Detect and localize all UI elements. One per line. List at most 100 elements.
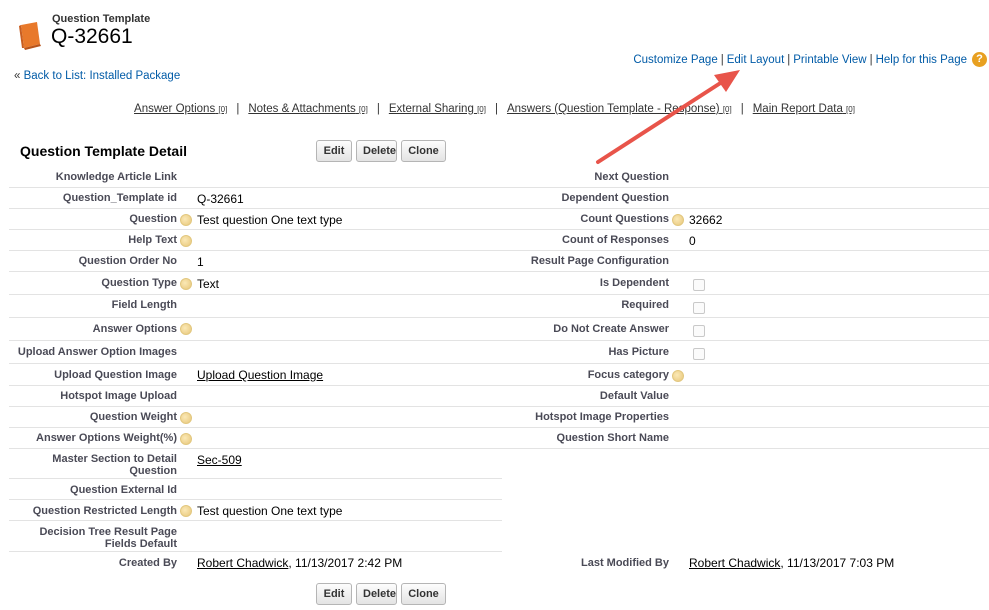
upload-question-image-link[interactable]: Upload Question Image	[197, 368, 323, 382]
detail-row: Question Test question One text type Cou…	[9, 209, 989, 230]
field-label: Next Question	[594, 171, 669, 183]
help-icon[interactable]: ?	[972, 52, 987, 67]
field-label: Question Restricted Length	[32, 505, 177, 517]
detail-row: Created By Robert Chadwick, 11/13/2017 2…	[9, 552, 989, 576]
object-type-label: Question Template	[52, 13, 151, 25]
record-name: Q-32661	[51, 25, 133, 48]
field-label: Hotspot Image Upload	[60, 390, 177, 402]
related-link-answers[interactable]: Answers (Question Template - Response) […	[507, 103, 732, 115]
detail-row: Question Restricted Length Test question…	[9, 500, 502, 521]
section-title: Question Template Detail	[20, 143, 187, 159]
field-label: Hotspot Image Properties	[535, 411, 669, 423]
related-link-answer-options[interactable]: Answer Options [0]	[134, 103, 227, 115]
field-label: Upload Answer Option Images	[17, 346, 177, 358]
field-label: Question External Id	[70, 484, 177, 496]
field-label: Question Order No	[78, 255, 177, 267]
top-button-bar: Edit Delete Clone	[316, 140, 446, 162]
is-dependent-checkbox	[693, 279, 705, 291]
field-label: Default Value	[599, 390, 669, 402]
field-value: Test question One text type	[197, 504, 343, 518]
detail-row: Question Order No 1 Result Page Configur…	[9, 251, 989, 272]
back-to-list: « Back to List: Installed Package	[14, 70, 180, 82]
created-by-user-link[interactable]: Robert Chadwick	[197, 556, 288, 570]
field-label: Question_Template id	[62, 192, 177, 204]
field-label: Knowledge Article Link	[55, 171, 177, 183]
field-label: Is Dependent	[599, 277, 669, 289]
do-not-create-answer-checkbox	[693, 325, 705, 337]
question-template-icon	[19, 22, 41, 50]
field-label: Decision Tree Result Page Fields Default	[39, 526, 177, 550]
field-label: Question Type	[101, 277, 177, 289]
customize-page-link[interactable]: Customize Page	[633, 54, 717, 66]
help-bubble-icon[interactable]	[180, 412, 192, 424]
detail-row: Question Weight Hotspot Image Properties	[9, 407, 989, 428]
help-bubble-icon[interactable]	[180, 433, 192, 445]
back-to-list-link[interactable]: Back to List: Installed Package	[24, 70, 181, 82]
field-value: Text	[197, 277, 220, 291]
detail-row: Upload Answer Option Images Has Picture	[9, 341, 989, 364]
printable-view-link[interactable]: Printable View	[793, 54, 866, 66]
field-label: Upload Question Image	[54, 369, 177, 381]
detail-row: Help Text Count of Responses 0	[9, 230, 989, 251]
separator: |	[376, 103, 380, 115]
detail-row: Upload Question Image Upload Question Im…	[9, 364, 989, 386]
help-bubble-icon[interactable]	[180, 214, 192, 226]
modified-by-user-link[interactable]: Robert Chadwick	[689, 556, 780, 570]
field-label: Focus category	[587, 369, 669, 381]
related-link-notes-attachments[interactable]: Notes & Attachments [0]	[248, 103, 368, 115]
help-bubble-icon[interactable]	[180, 323, 192, 335]
bottom-button-bar: Edit Delete Clone	[316, 583, 446, 605]
help-bubble-icon[interactable]	[672, 370, 684, 382]
help-bubble-icon[interactable]	[672, 214, 684, 226]
edit-button[interactable]: Edit	[316, 140, 352, 162]
detail-row: Question External Id	[9, 479, 502, 500]
field-value: 0	[689, 234, 696, 248]
field-value: Q-32661	[197, 192, 244, 206]
related-list-links: Answer Options [0] | Notes & Attachments […	[0, 103, 989, 115]
help-bubble-icon[interactable]	[180, 235, 192, 247]
detail-row: Field Length Required	[9, 295, 989, 318]
field-label: Question Short Name	[556, 432, 669, 444]
edit-layout-link[interactable]: Edit Layout	[727, 54, 785, 66]
detail-row: Answer Options Weight(%) Question Short …	[9, 428, 989, 449]
related-link-external-sharing[interactable]: External Sharing [0]	[389, 103, 486, 115]
edit-button[interactable]: Edit	[316, 583, 352, 605]
field-label: Result Page Configuration	[530, 255, 669, 267]
related-link-main-report-data[interactable]: Main Report Data [0]	[753, 103, 855, 115]
separator: |	[787, 54, 791, 66]
separator: |	[236, 103, 240, 115]
field-label: Count of Responses	[562, 234, 669, 246]
field-label: Required	[621, 299, 669, 311]
delete-button[interactable]: Delete	[356, 140, 397, 162]
separator: |	[494, 103, 498, 115]
created-by-value: Robert Chadwick, 11/13/2017 2:42 PM	[197, 556, 403, 570]
field-label: Master Section to Detail Question	[52, 453, 177, 477]
detail-row: Decision Tree Result Page Fields Default	[9, 521, 502, 552]
help-for-page-link[interactable]: Help for this Page	[876, 54, 967, 66]
help-bubble-icon[interactable]	[180, 278, 192, 290]
field-label: Question	[129, 213, 177, 225]
detail-row: Master Section to Detail Question Sec-50…	[9, 449, 502, 479]
separator: |	[740, 103, 744, 115]
clone-button[interactable]: Clone	[401, 140, 446, 162]
detail-row: Question_Template id Q-32661 Dependent Q…	[9, 188, 989, 209]
field-label: Help Text	[128, 234, 177, 246]
clone-button[interactable]: Clone	[401, 583, 446, 605]
field-label: Created By	[118, 557, 177, 569]
field-label: Field Length	[111, 299, 177, 311]
detail-row: Question Type Text Is Dependent	[9, 272, 989, 295]
help-bubble-icon[interactable]	[180, 505, 192, 517]
field-label: Last Modified By	[580, 557, 669, 569]
field-label: Question Weight	[89, 411, 177, 423]
has-picture-checkbox	[693, 348, 705, 360]
field-label: Answer Options Weight(%)	[36, 432, 177, 444]
delete-button[interactable]: Delete	[356, 583, 397, 605]
detail-row: Answer Options Do Not Create Answer	[9, 318, 989, 341]
separator: |	[869, 54, 873, 66]
field-value: Test question One text type	[197, 213, 343, 227]
field-value: 1	[197, 255, 204, 269]
field-label: Answer Options	[92, 323, 177, 335]
master-section-link[interactable]: Sec-509	[197, 453, 242, 467]
required-checkbox	[693, 302, 705, 314]
field-label: Dependent Question	[561, 192, 669, 204]
